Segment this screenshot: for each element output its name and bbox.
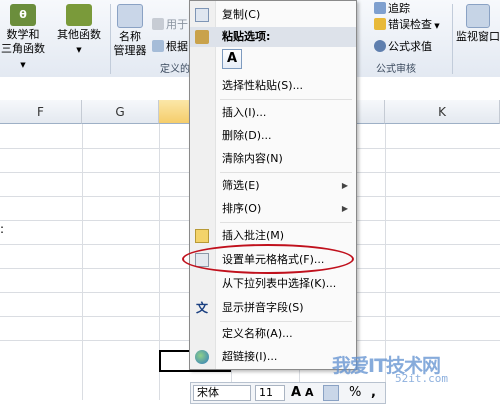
format-painter-icon[interactable] xyxy=(323,385,339,401)
menu-item-show-phonetic[interactable]: 文 显示拼音字段(S) xyxy=(190,297,356,319)
context-menu: 复制(C) 粘贴选项: A 选择性粘贴(S)... 插入(I)... 删除(D)… xyxy=(189,0,357,370)
chevron-right-icon: ▶ xyxy=(341,204,348,213)
watch-window-label: 监视窗口 xyxy=(456,30,500,43)
shrink-font-button[interactable]: A xyxy=(305,385,314,401)
evaluate-formula-button[interactable]: 公式求值 xyxy=(374,38,432,54)
copy-icon xyxy=(195,8,209,22)
paste-icon xyxy=(195,30,209,44)
column-header-f[interactable]: F xyxy=(0,100,82,124)
menu-item-delete[interactable]: 删除(D)... xyxy=(190,125,356,147)
trace-label: 追踪 xyxy=(388,2,410,15)
menu-item-paste-special-label: 选择性粘贴(S)... xyxy=(222,79,304,92)
use-in-formula-label: 用于 xyxy=(166,18,188,31)
watch-window-button[interactable]: 监视窗口 xyxy=(456,4,500,44)
watermark-url: 52it.com xyxy=(395,372,448,385)
trace-dependents-button[interactable]: 追踪 xyxy=(374,0,410,16)
function-book-icon xyxy=(66,4,92,26)
menu-item-sort-label: 排序(O) xyxy=(222,202,262,215)
create-from-selection-button[interactable]: 根据 xyxy=(152,38,188,54)
menu-separator xyxy=(220,321,352,322)
table-icon xyxy=(152,40,164,52)
menu-separator xyxy=(220,99,352,100)
menu-item-insert[interactable]: 插入(I)... xyxy=(190,102,356,124)
chevron-down-icon: ▼ xyxy=(20,61,26,69)
error-checking-button[interactable]: 错误检查 ▼ xyxy=(374,16,440,32)
menu-item-hyperlink-label: 超链接(I)... xyxy=(222,350,278,363)
chevron-down-icon: ▼ xyxy=(76,46,82,54)
evaluate-formula-label: 公式求值 xyxy=(388,40,432,53)
menu-item-filter[interactable]: 筛选(E) ▶ xyxy=(190,175,356,197)
menu-item-delete-label: 删除(D)... xyxy=(222,129,272,142)
paste-keep-text-button[interactable]: A xyxy=(222,49,242,69)
comment-icon xyxy=(195,229,209,243)
grow-font-button[interactable]: A xyxy=(291,385,301,401)
menu-separator xyxy=(220,222,352,223)
menu-item-show-phonetic-label: 显示拼音字段(S) xyxy=(222,301,304,314)
hyperlink-globe-icon xyxy=(195,350,209,364)
menu-item-copy[interactable]: 复制(C) xyxy=(190,4,356,26)
group-label-defined-names: 定义的 xyxy=(160,64,190,75)
name-manager-button[interactable]: 名称 管理器 xyxy=(110,4,150,58)
chevron-right-icon: ▶ xyxy=(341,181,348,190)
paste-options-header: 粘贴选项: xyxy=(190,27,356,47)
comma-button[interactable]: , xyxy=(371,385,376,401)
create-from-selection-label: 根据 xyxy=(166,40,188,53)
chevron-down-icon: ▼ xyxy=(432,22,440,30)
theta-icon: θ xyxy=(10,4,36,26)
menu-item-paste-special[interactable]: 选择性粘贴(S)... xyxy=(190,75,356,97)
formula-icon xyxy=(152,18,164,30)
menu-item-pick-from-list[interactable]: 从下拉列表中选择(K)... xyxy=(190,273,356,295)
menu-item-define-name[interactable]: 定义名称(A)... xyxy=(190,323,356,345)
font-name-box[interactable]: 宋体 xyxy=(193,385,251,401)
menu-item-pick-from-list-label: 从下拉列表中选择(K)... xyxy=(222,277,337,290)
column-header-g[interactable]: G xyxy=(82,100,159,124)
menu-item-clear-contents[interactable]: 清除内容(N) xyxy=(190,148,356,170)
name-manager-label: 名称 管理器 xyxy=(113,30,147,57)
math-trig-button[interactable]: θ 数学和 三角函数 ▼ xyxy=(0,4,46,72)
more-functions-label: 其他函数 xyxy=(57,28,101,41)
percent-button[interactable]: % xyxy=(349,385,361,401)
group-label-formula-auditing: 公式审核 xyxy=(376,64,416,75)
mini-toolbar: 宋体 11 A A % , xyxy=(190,382,386,404)
column-header-k[interactable]: K xyxy=(385,100,500,124)
menu-item-define-name-label: 定义名称(A)... xyxy=(222,327,293,340)
font-size-box[interactable]: 11 xyxy=(255,385,285,401)
grid-line xyxy=(82,124,83,400)
more-functions-button[interactable]: 其他函数 ▼ xyxy=(52,4,106,57)
math-trig-label: 数学和 三角函数 xyxy=(1,28,45,55)
evaluate-icon xyxy=(374,40,386,52)
menu-item-copy-label: 复制(C) xyxy=(222,8,261,21)
warning-icon xyxy=(374,18,386,30)
highlight-ellipse xyxy=(182,244,354,274)
menu-item-clear-contents-label: 清除内容(N) xyxy=(222,152,283,165)
cell-text-fragment: : xyxy=(0,222,5,236)
name-tag-icon xyxy=(117,4,143,28)
watch-window-icon xyxy=(466,4,490,28)
group-separator xyxy=(452,4,453,74)
trace-icon xyxy=(374,2,386,14)
menu-item-sort[interactable]: 排序(O) ▶ xyxy=(190,198,356,220)
menu-item-filter-label: 筛选(E) xyxy=(222,179,260,192)
menu-separator xyxy=(220,172,352,173)
use-in-formula-button[interactable]: 用于 xyxy=(152,16,188,32)
paste-options-label: 粘贴选项: xyxy=(222,30,271,43)
phonetic-guide-icon: 文 xyxy=(195,301,208,315)
error-check-label: 错误检查 xyxy=(388,18,432,31)
menu-item-insert-label: 插入(I)... xyxy=(222,106,267,119)
